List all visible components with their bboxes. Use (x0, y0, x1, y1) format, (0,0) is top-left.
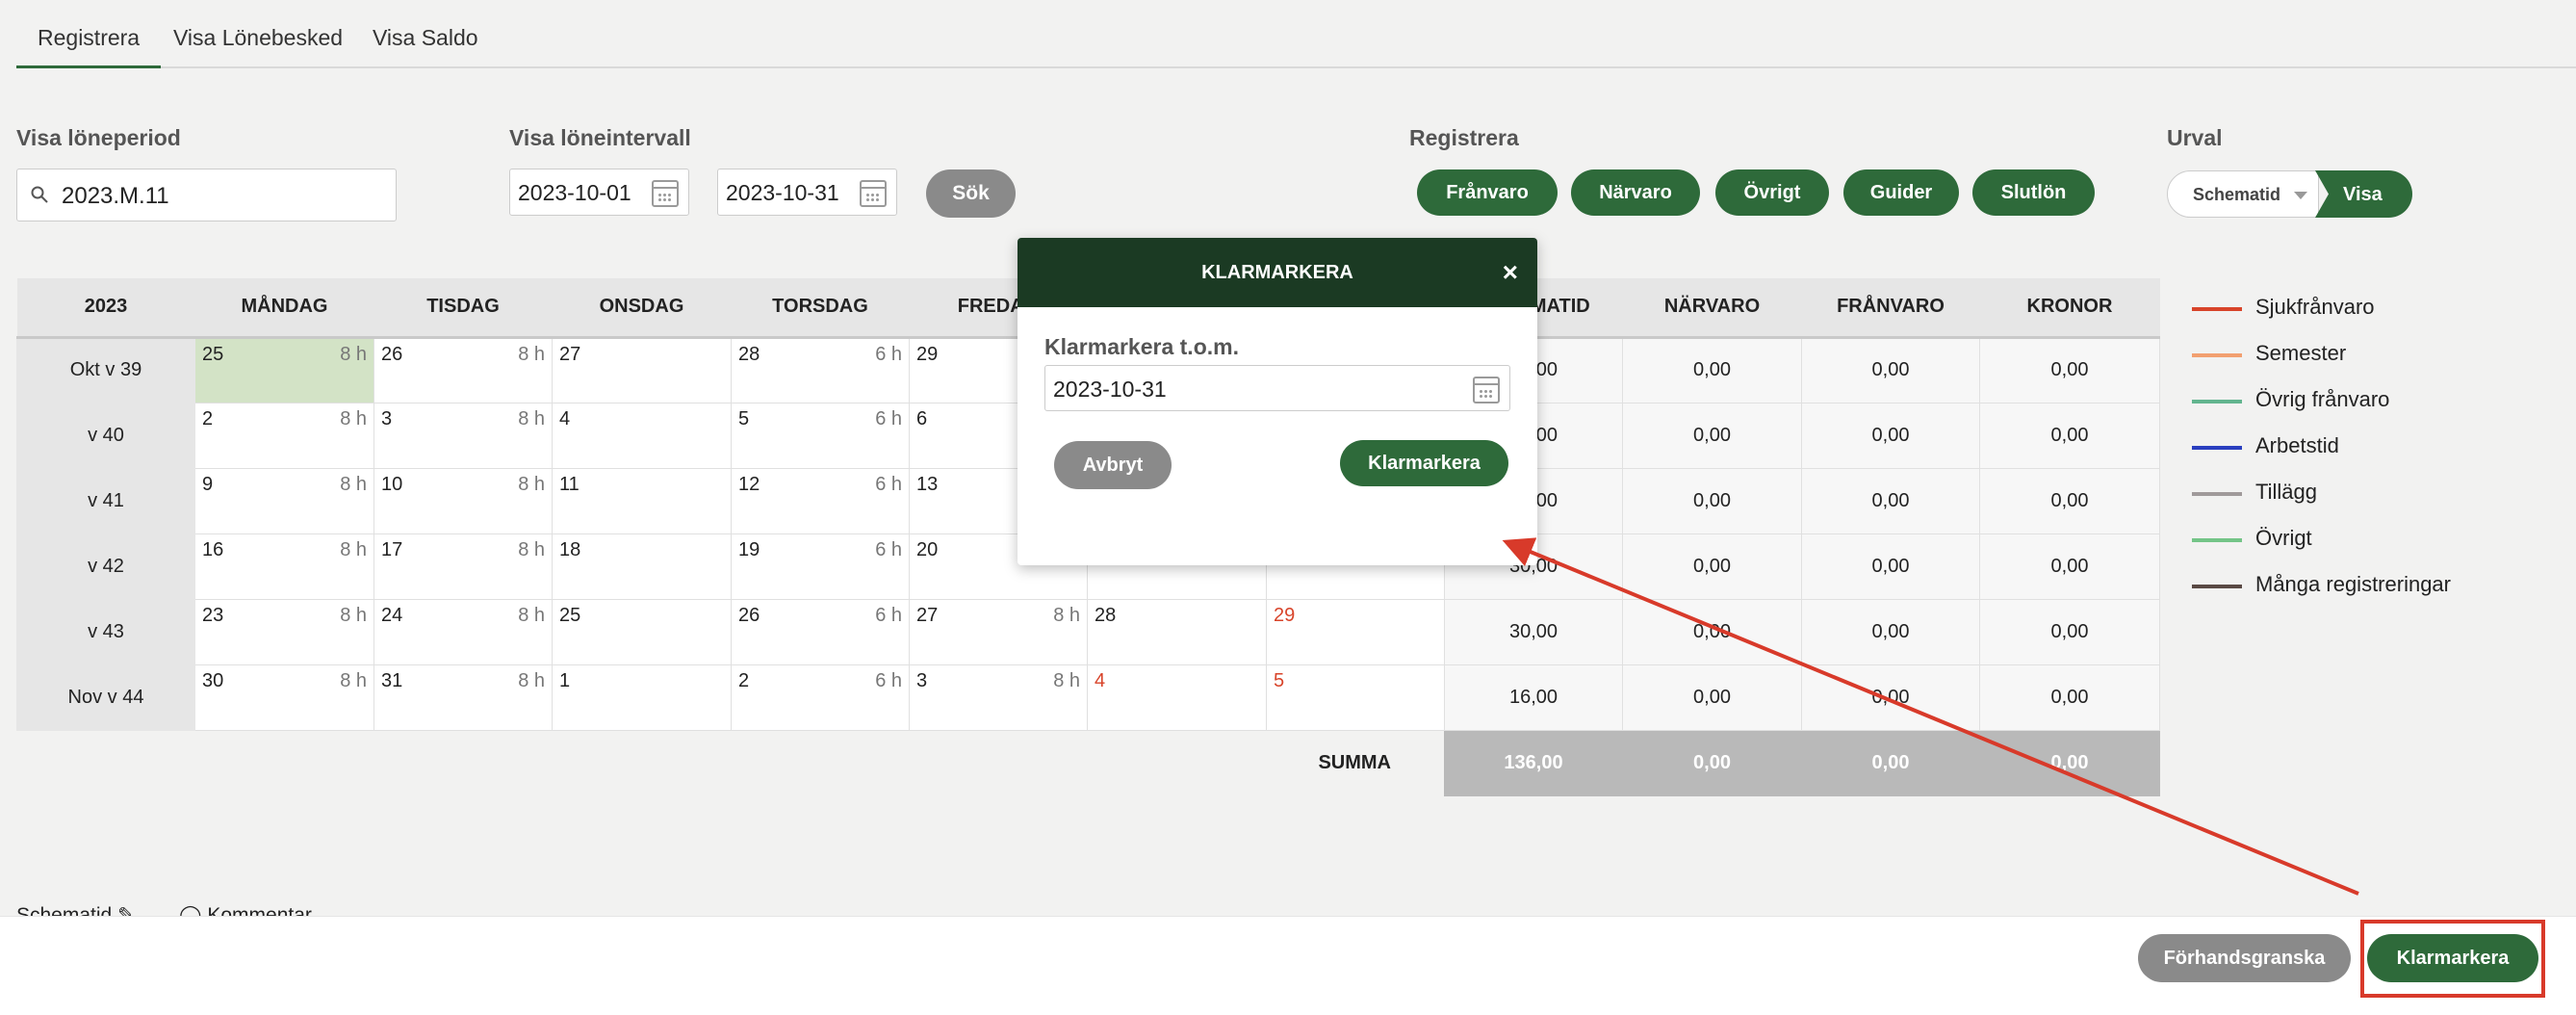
annotation-arrow (1502, 537, 2359, 896)
